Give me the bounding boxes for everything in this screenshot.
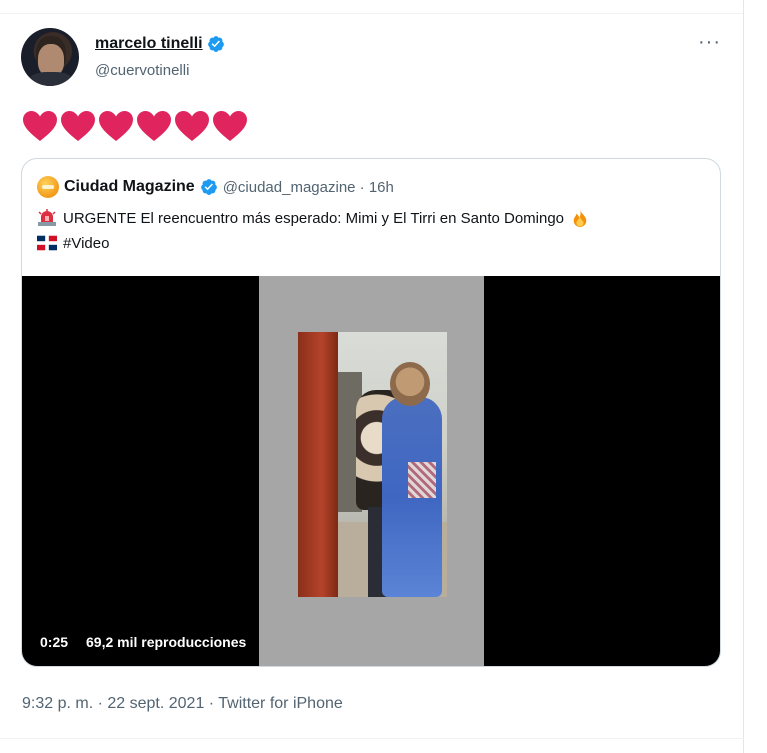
video-player[interactable]: 0:25 69,2 mil reproducciones: [22, 276, 720, 666]
dress-print: [408, 462, 436, 498]
quoted-display-name[interactable]: Ciudad Magazine: [64, 178, 195, 196]
dominican-flag-icon: [37, 235, 57, 251]
quoted-author-row: Ciudad Magazine @ciudad_magazine · 16h: [37, 176, 394, 198]
author-name-row: marcelo tinelli: [95, 35, 225, 53]
ciudad-magazine-logo-icon[interactable]: [37, 176, 59, 198]
red-heart-icon: [213, 111, 247, 141]
quoted-text-line-2: #Video: [37, 234, 109, 252]
author-handle[interactable]: @cuervotinelli: [95, 62, 189, 79]
quoted-tweet-card[interactable]: Ciudad Magazine @ciudad_magazine · 16h U…: [21, 158, 721, 667]
verified-badge-icon: [200, 179, 217, 195]
author-display-name[interactable]: marcelo tinelli: [95, 35, 203, 53]
video-duration: 0:25: [40, 634, 69, 650]
video-thumbnail: [298, 332, 447, 597]
author-avatar[interactable]: [21, 28, 79, 86]
video-view-count: 69,2 mil reproducciones: [86, 634, 247, 650]
tweet-text-hearts: [22, 110, 248, 142]
red-heart-icon: [175, 111, 209, 141]
quoted-text-headline: URGENTE El reencuentro más esperado: Mim…: [63, 209, 565, 227]
fire-icon: [573, 209, 587, 227]
quoted-text-line-1: URGENTE El reencuentro más esperado: Mim…: [37, 209, 590, 227]
person-right-head: [390, 362, 430, 406]
column-border: [743, 0, 744, 753]
door: [298, 332, 338, 597]
bottom-divider: [0, 738, 744, 739]
more-options-icon[interactable]: ···: [698, 32, 721, 52]
rotating-light-icon: [38, 209, 56, 226]
top-divider: [0, 0, 744, 14]
video-hashtag[interactable]: #Video: [63, 235, 109, 252]
video-frame: [259, 276, 484, 666]
verified-badge-icon: [207, 36, 224, 52]
red-heart-icon: [61, 111, 95, 141]
red-heart-icon: [137, 111, 171, 141]
tweet-timestamp[interactable]: 9:32 p. m. · 22 sept. 2021 · Twitter for…: [22, 695, 343, 713]
red-heart-icon: [23, 111, 57, 141]
red-heart-icon: [99, 111, 133, 141]
quoted-handle-time[interactable]: @ciudad_magazine · 16h: [223, 179, 394, 196]
